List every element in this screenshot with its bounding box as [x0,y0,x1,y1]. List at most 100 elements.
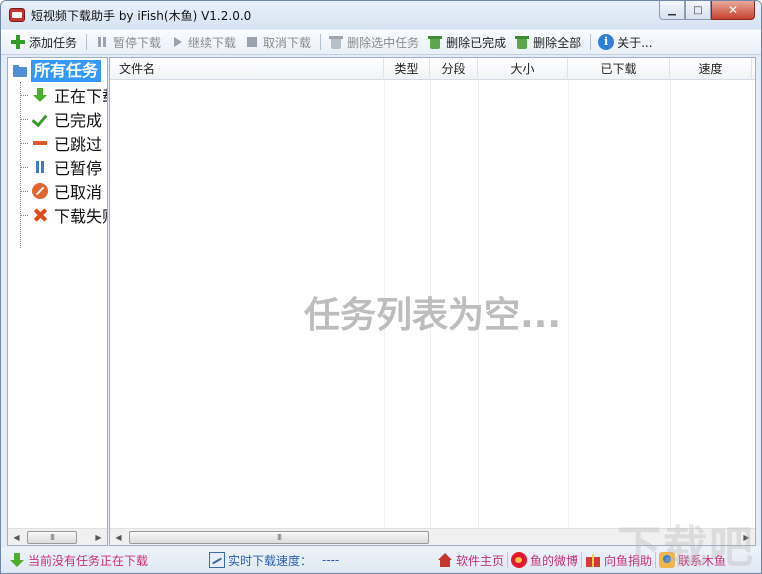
download-status: 当前没有任务正在下载 [9,552,209,569]
trash-icon [514,34,530,50]
tree-item-failed[interactable]: 下载失败 [20,204,107,226]
pause-download-button[interactable]: 暂停下载 [91,31,164,53]
column-header-size[interactable]: 大小 [478,58,568,80]
tree-branch [20,118,28,120]
tree-item-cancelled[interactable]: 已取消 [20,180,102,202]
task-list-header: 文件名 类型 分段 大小 已下载 速度 [110,58,755,80]
x-icon [32,207,48,223]
delete-all-label: 删除全部 [533,35,582,50]
resume-download-label: 继续下载 [188,35,237,50]
task-list[interactable]: 文件名 类型 分段 大小 已下载 速度 任务列表为空... ◀ III ▶ [109,57,756,546]
scroll-thumb[interactable]: III [129,530,429,544]
minimize-button[interactable]: ▁ [659,1,685,20]
status-divider [507,552,509,568]
homepage-link-label: 软件主页 [456,553,505,568]
delete-selected-label: 删除选中任务 [347,35,420,50]
tree-branch [20,214,28,216]
app-window: 短视频下载助手 by iFish(木鱼) V1.2.0.0 ▁ □ ✕ 添加任务… [0,0,762,574]
tree-branch [20,166,28,168]
tree-root-label: 所有任务 [31,60,102,82]
tree-branch [20,94,28,96]
empty-list-message: 任务列表为空... [303,295,562,336]
toolbar-divider [320,34,322,50]
trash-icon [328,34,344,50]
window-title: 短视频下载助手 by iFish(木鱼) V1.2.0.0 [31,9,252,23]
column-header-speed[interactable]: 速度 [670,58,752,80]
weibo-link-label: 鱼的微博 [530,553,579,568]
tree-item-label: 下载失败 [54,207,107,226]
maximize-button[interactable]: □ [685,1,711,20]
speed-value: ---- [322,553,340,567]
tree-item-completed[interactable]: 已完成 [20,108,102,130]
tree-item-label: 已暂停 [54,159,103,178]
tree-item-label: 正在下载 [54,87,107,106]
app-logo-icon [9,8,25,22]
cancel-icon [32,183,48,199]
minus-icon [32,135,48,151]
column-header-segments[interactable]: 分段 [430,58,478,80]
tree-viewport: 所有任务 正在下载 已完成 已跳过 已暂停 [8,58,107,528]
about-button[interactable]: i 关于... [595,31,655,53]
toolbar-divider [86,34,88,50]
close-button[interactable]: ✕ [711,1,755,20]
delete-completed-button[interactable]: 删除已完成 [424,31,509,53]
download-arrow-icon [32,87,48,103]
delete-completed-label: 删除已完成 [446,35,507,50]
tree-item-label: 已取消 [54,183,103,202]
window-controls: ▁ □ ✕ [659,1,755,20]
plus-icon [10,34,26,50]
tree-branch [20,190,28,192]
tree-item-label: 已完成 [54,111,103,130]
column-header-type[interactable]: 类型 [384,58,430,80]
speed-label: 实时下载速度： [228,553,313,568]
tree-item-paused[interactable]: 已暂停 [20,156,102,178]
delete-selected-button[interactable]: 删除选中任务 [325,31,422,53]
scroll-right-arrow-icon[interactable]: ▶ [90,529,107,546]
column-header-downloaded[interactable]: 已下载 [568,58,670,80]
cancel-download-label: 取消下载 [263,35,312,50]
info-icon: i [598,34,615,50]
check-icon [32,111,48,127]
watermark: 下载吧 [617,522,755,573]
home-icon [437,552,453,568]
homepage-link[interactable]: 软件主页 [437,552,504,569]
toolbar: 添加任务 暂停下载 继续下载 取消下载 删除选中任务 删除已完成 删除全部 i … [1,30,761,55]
resume-download-button[interactable]: 继续下载 [166,31,239,53]
trash-icon [427,34,443,50]
tree-item-skipped[interactable]: 已跳过 [20,132,102,154]
column-header-filename[interactable]: 文件名 [110,58,384,80]
pause-icon [32,159,48,175]
cancel-download-button[interactable]: 取消下载 [241,31,314,53]
tree-branch [20,142,28,144]
add-task-label: 添加任务 [29,35,78,50]
stop-icon [244,34,260,50]
tree-item-label: 已跳过 [54,135,103,154]
weibo-icon [511,552,528,568]
tree-item-downloading[interactable]: 正在下载 [20,84,107,106]
add-task-button[interactable]: 添加任务 [7,31,80,53]
download-status-text: 当前没有任务正在下载 [28,553,149,568]
task-category-tree[interactable]: 所有任务 正在下载 已完成 已跳过 已暂停 [7,57,108,546]
scroll-left-arrow-icon[interactable]: ◀ [8,529,25,546]
task-list-body[interactable]: 任务列表为空... [110,80,755,528]
tree-horizontal-scrollbar[interactable]: ◀ III ▶ [8,528,107,545]
pause-icon [94,34,110,50]
scroll-left-arrow-icon[interactable]: ◀ [110,529,127,546]
scroll-track[interactable]: III [25,529,90,546]
gift-icon [585,552,601,568]
about-label: 关于... [617,35,653,50]
speed-chart-icon [209,552,225,568]
status-divider [581,552,583,568]
play-icon [169,34,185,50]
pause-download-label: 暂停下载 [113,35,162,50]
title-bar[interactable]: 短视频下载助手 by iFish(木鱼) V1.2.0.0 ▁ □ ✕ [1,1,761,29]
tree-item-all-tasks[interactable]: 所有任务 [12,60,102,82]
delete-all-button[interactable]: 删除全部 [511,31,584,53]
weibo-link[interactable]: 鱼的微博 [511,552,578,569]
realtime-speed: 实时下载速度： ---- [209,552,437,569]
column-header-filler [752,58,755,80]
toolbar-divider [590,34,592,50]
download-arrow-icon [9,552,25,568]
folder-open-icon [12,63,28,79]
scroll-thumb[interactable]: III [27,530,77,544]
